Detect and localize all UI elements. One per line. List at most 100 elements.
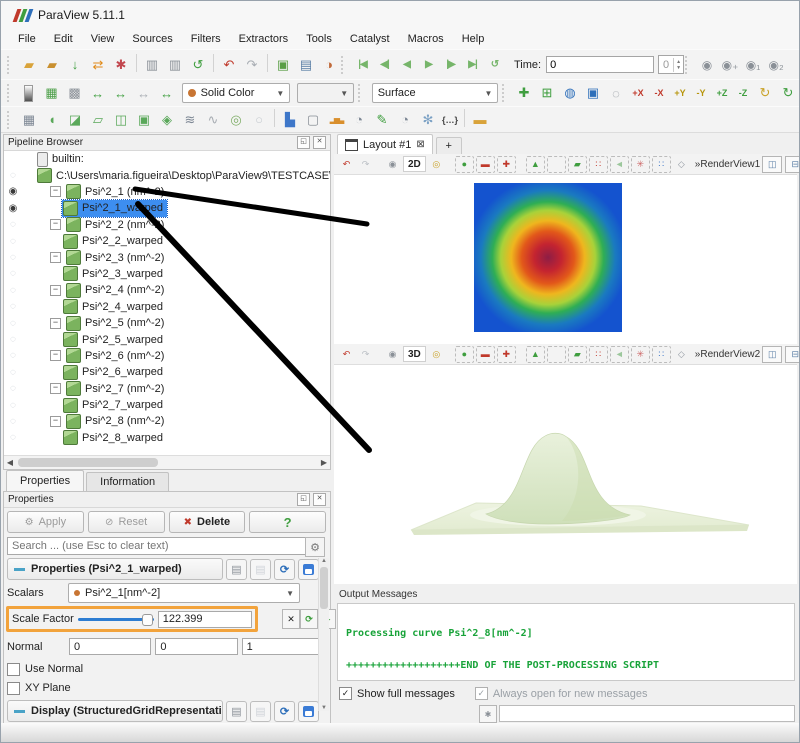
expander-icon[interactable]: − xyxy=(50,318,61,329)
toolbar-grip[interactable] xyxy=(7,56,13,74)
vcr-reverse-icon[interactable]: ◀ xyxy=(396,54,417,75)
select-points-through-icon[interactable]: ▲ xyxy=(526,156,545,173)
server-connect-icon[interactable]: ⇄ xyxy=(87,54,109,75)
catalyst-breakpoint-icon[interactable]: ▥ xyxy=(164,54,186,75)
find-data-icon[interactable]: ▢ xyxy=(302,109,324,130)
zoom-to-data-icon[interactable]: ⊞ xyxy=(536,83,558,104)
pipeline-item[interactable]: ◌Psi^2_4_warped xyxy=(4,299,330,315)
camera-redo-icon[interactable]: ↷ xyxy=(357,347,374,362)
tab-information[interactable]: Information xyxy=(86,472,169,491)
visibility-eye-icon[interactable]: ◉ xyxy=(4,186,22,197)
visibility-eye-icon[interactable]: ◌ xyxy=(4,400,22,411)
frame-spinbox[interactable]: 0 ▲▼ xyxy=(658,55,684,74)
toolbar-grip[interactable] xyxy=(685,56,691,74)
view-plus-y-icon[interactable]: +Y xyxy=(670,83,690,104)
color-palette-icon[interactable]: ◑ xyxy=(318,54,340,75)
plot-over-time-icon[interactable]: ◔ xyxy=(348,109,370,130)
contour-icon[interactable]: ◖ xyxy=(41,109,63,130)
select-block-icon[interactable]: ∷ xyxy=(589,346,608,363)
select-points-on-icon[interactable]: ▬ xyxy=(476,156,495,173)
select-cells-through-icon[interactable]: ✚ xyxy=(497,346,516,363)
tab-layout-1[interactable]: Layout #1 ⊠ xyxy=(337,134,433,154)
scroll-up-icon[interactable]: ▲ xyxy=(319,558,329,564)
freeze-selection-icon[interactable]: ✻ xyxy=(417,109,439,130)
extract-subset-icon[interactable]: ▣ xyxy=(133,109,155,130)
reset-session-icon[interactable]: ↺ xyxy=(187,54,209,75)
save-data-icon[interactable]: ↓ xyxy=(64,54,86,75)
hover-points-icon[interactable]: ∷ xyxy=(652,346,671,363)
pipeline-item[interactable]: ◉−Psi^2_1 (nm^-2) xyxy=(4,184,330,200)
select-points-through-icon[interactable]: ▲ xyxy=(526,346,545,363)
renderview1-viewport[interactable] xyxy=(334,175,797,344)
camera-redo-icon[interactable]: ↷ xyxy=(357,157,374,172)
pipeline-item[interactable]: ◌−Psi^2_8 (nm^-2) xyxy=(4,413,330,429)
menu-sources[interactable]: Sources xyxy=(123,31,181,47)
visibility-eye-icon[interactable]: ◌ xyxy=(4,383,22,394)
grow-selection-icon[interactable]: ◇ xyxy=(673,157,690,172)
scrollbar-thumb[interactable] xyxy=(18,458,158,467)
select-block-icon[interactable]: ∷ xyxy=(589,156,608,173)
separate-colormap-icon[interactable]: ▩ xyxy=(64,83,86,104)
visibility-eye-icon[interactable]: ◌ xyxy=(4,334,22,345)
pipeline-item[interactable]: ◌Psi^2_2_warped xyxy=(4,233,330,249)
section-display-header[interactable]: Display (StructuredGridRepresentatio xyxy=(7,700,223,722)
scroll-left-icon[interactable]: ◀ xyxy=(4,458,16,467)
visibility-eye-icon[interactable]: ◌ xyxy=(4,268,22,279)
vcr-previous-icon[interactable]: ◀| xyxy=(374,54,395,75)
view-plus-x-icon[interactable]: +X xyxy=(628,83,648,104)
visibility-eye-icon[interactable]: ◌ xyxy=(4,350,22,361)
view-minus-z-icon[interactable]: -Z xyxy=(733,83,753,104)
tab-properties[interactable]: Properties xyxy=(6,470,84,491)
copy-display-icon[interactable]: ▤ xyxy=(226,701,247,722)
menu-tools[interactable]: Tools xyxy=(297,31,341,47)
camera-undo-icon[interactable]: ↶ xyxy=(338,157,355,172)
toolbar-grip[interactable] xyxy=(341,56,347,74)
zoom-closest-to-data-icon[interactable]: ▣ xyxy=(582,83,604,104)
warp-by-scalar-icon[interactable]: ∿ xyxy=(202,109,224,130)
color-legend-icon[interactable] xyxy=(18,83,40,104)
view-mode-toggle[interactable]: 2D xyxy=(403,156,426,172)
expander-icon[interactable]: − xyxy=(50,350,61,361)
stream-tracer-icon[interactable]: ≋ xyxy=(179,109,201,130)
clip-icon[interactable]: ◪ xyxy=(64,109,86,130)
pipeline-item[interactable]: ◌−Psi^2_5 (nm^-2) xyxy=(4,315,330,331)
interactive-select-cells-icon[interactable]: ◄ xyxy=(610,346,629,363)
normal-x-input[interactable]: 0 xyxy=(69,638,151,655)
paste-display-icon[interactable]: ▤ xyxy=(250,701,271,722)
reset-display-icon[interactable]: ⟳ xyxy=(274,701,295,722)
select-cells-through-icon[interactable]: ✚ xyxy=(497,156,516,173)
pipeline-item[interactable]: ◌Psi^2_8_warped xyxy=(4,430,330,446)
rescale-custom-range-icon[interactable]: ↔ xyxy=(110,83,132,104)
interactive-select-points-icon[interactable]: ✳ xyxy=(631,346,650,363)
rescale-factor-button[interactable]: ⟳ xyxy=(300,609,318,629)
visibility-eye-icon[interactable]: ◌ xyxy=(4,219,22,230)
menu-macros[interactable]: Macros xyxy=(399,31,453,47)
split-vertical-icon[interactable]: ⊟ xyxy=(785,346,800,363)
paste-properties-icon[interactable]: ▤ xyxy=(250,559,271,580)
rotate-camera-icon[interactable]: ↻ xyxy=(754,83,776,104)
toolbar-grip[interactable] xyxy=(358,84,364,102)
ruler-icon[interactable]: ▬ xyxy=(469,109,491,130)
plot-selection-over-time-icon[interactable]: ◔ xyxy=(394,109,416,130)
expander-icon[interactable]: − xyxy=(50,252,61,263)
split-vertical-icon[interactable]: ⊟ xyxy=(785,156,800,173)
pipeline-item[interactable]: ◌−Psi^2_3 (nm^-2) xyxy=(4,249,330,265)
extract-time-steps-icon[interactable]: ✎ xyxy=(371,109,393,130)
always-open-checkbox[interactable]: ✓ xyxy=(475,687,488,700)
menu-view[interactable]: View xyxy=(82,31,124,47)
menu-file[interactable]: File xyxy=(9,31,45,47)
vcr-first-icon[interactable]: |◀ xyxy=(352,54,373,75)
undock-panel-icon[interactable]: ◱ xyxy=(297,493,310,506)
visibility-eye-icon[interactable]: ◌ xyxy=(4,416,22,427)
select-cells-on-icon[interactable]: ● xyxy=(455,156,474,173)
section-properties-header[interactable]: Properties (Psi^2_1_warped) xyxy=(7,558,223,580)
apply-button[interactable]: ⚙Apply xyxy=(7,511,84,533)
abort-progress-icon[interactable]: ✱ xyxy=(479,705,497,723)
auto-apply-icon[interactable]: ▣ xyxy=(272,54,294,75)
expander-icon[interactable]: − xyxy=(50,285,61,296)
slider-thumb[interactable] xyxy=(142,614,153,626)
capture-view-icon[interactable]: ◉ xyxy=(384,157,401,172)
pipeline-item[interactable]: ◌−Psi^2_2 (nm^-2) xyxy=(4,217,330,233)
threshold-icon[interactable]: ◫ xyxy=(110,109,132,130)
vcr-last-icon[interactable]: ▶| xyxy=(462,54,483,75)
